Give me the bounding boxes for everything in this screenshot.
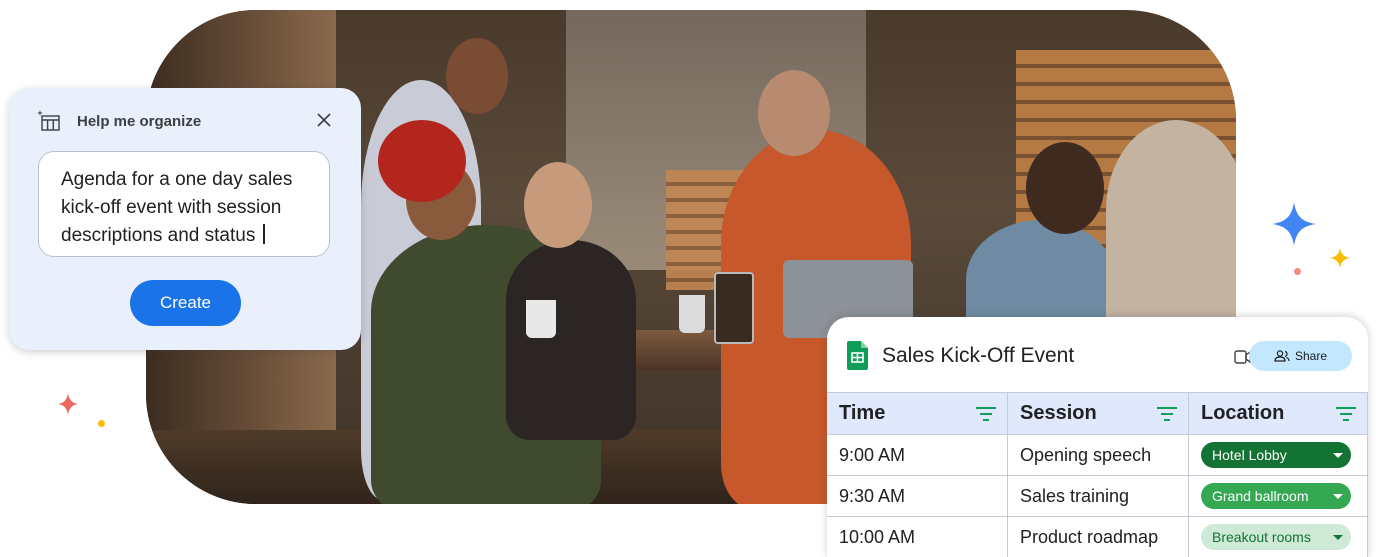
prompt-text: Agenda for a one day sales kick-off even… bbox=[61, 169, 293, 246]
time-cell[interactable]: 10:00 AM bbox=[827, 516, 1008, 557]
document-title: Sales Kick-Off Event bbox=[882, 344, 1075, 367]
location-cell[interactable]: Hotel Lobby bbox=[1188, 434, 1368, 476]
location-cell[interactable]: Breakout rooms bbox=[1188, 516, 1368, 557]
dot-yellow-icon bbox=[98, 420, 105, 427]
filter-icon[interactable] bbox=[1335, 405, 1357, 423]
help-me-organize-panel: Help me organize Agenda for a one day sa… bbox=[9, 88, 361, 350]
time-cell[interactable]: 9:00 AM bbox=[827, 434, 1008, 476]
close-icon[interactable] bbox=[311, 107, 337, 133]
session-cell[interactable]: Product roadmap bbox=[1007, 516, 1189, 557]
column-header-session[interactable]: Session bbox=[1007, 392, 1189, 435]
table-header-row: Time Session Location bbox=[827, 392, 1368, 435]
dot-red-icon bbox=[1294, 268, 1301, 275]
people-icon bbox=[1274, 350, 1290, 362]
photo-french-press bbox=[714, 272, 754, 344]
location-dropdown-chip[interactable]: Grand ballroom bbox=[1201, 483, 1351, 509]
share-label: Share bbox=[1294, 349, 1328, 363]
share-button[interactable]: Share bbox=[1249, 341, 1352, 371]
person-head bbox=[758, 70, 830, 156]
text-cursor bbox=[263, 224, 265, 244]
photo-mug bbox=[526, 300, 556, 338]
table-row: 10:00 AM Product roadmap Breakout rooms bbox=[827, 516, 1368, 557]
person-head bbox=[1026, 142, 1104, 234]
dropdown-arrow-icon bbox=[1333, 534, 1343, 540]
filter-icon[interactable] bbox=[975, 405, 997, 423]
session-cell[interactable]: Sales training bbox=[1007, 475, 1189, 517]
prompt-input[interactable]: Agenda for a one day sales kick-off even… bbox=[38, 151, 330, 257]
panel-title: Help me organize bbox=[77, 113, 202, 130]
spreadsheet-preview: Sales Kick-Off Event Share Time Session … bbox=[827, 317, 1368, 557]
filter-icon[interactable] bbox=[1156, 405, 1178, 423]
column-header-location[interactable]: Location bbox=[1188, 392, 1368, 435]
sparkle-blue-icon bbox=[1272, 202, 1316, 246]
time-cell[interactable]: 9:30 AM bbox=[827, 475, 1008, 517]
dropdown-arrow-icon bbox=[1333, 452, 1343, 458]
chip-label: Hotel Lobby bbox=[1212, 447, 1287, 463]
table-sparkle-icon bbox=[37, 110, 60, 131]
chip-label: Breakout rooms bbox=[1212, 529, 1311, 545]
column-header-label: Session bbox=[1020, 402, 1097, 424]
table-row: 9:30 AM Sales training Grand ballroom bbox=[827, 475, 1368, 517]
person-head bbox=[446, 38, 508, 114]
agenda-table: Time Session Location 9:00 AM Opening sp… bbox=[827, 392, 1368, 557]
dropdown-arrow-icon bbox=[1333, 493, 1343, 499]
sparkle-red-icon bbox=[58, 393, 78, 415]
session-cell[interactable]: Opening speech bbox=[1007, 434, 1189, 476]
table-row: 9:00 AM Opening speech Hotel Lobby bbox=[827, 434, 1368, 476]
location-dropdown-chip[interactable]: Breakout rooms bbox=[1201, 524, 1351, 550]
column-header-label: Time bbox=[839, 402, 886, 424]
create-button[interactable]: Create bbox=[130, 280, 241, 326]
chip-label: Grand ballroom bbox=[1212, 488, 1309, 504]
location-dropdown-chip[interactable]: Hotel Lobby bbox=[1201, 442, 1351, 468]
person-head bbox=[524, 162, 592, 248]
location-cell[interactable]: Grand ballroom bbox=[1188, 475, 1368, 517]
column-header-time[interactable]: Time bbox=[827, 392, 1008, 435]
sparkle-yellow-icon bbox=[1330, 248, 1350, 268]
photo-mug bbox=[679, 295, 705, 333]
google-sheets-icon bbox=[847, 341, 868, 370]
column-header-label: Location bbox=[1201, 402, 1285, 424]
person-seated-woman bbox=[506, 240, 636, 440]
red-turban bbox=[378, 120, 466, 202]
